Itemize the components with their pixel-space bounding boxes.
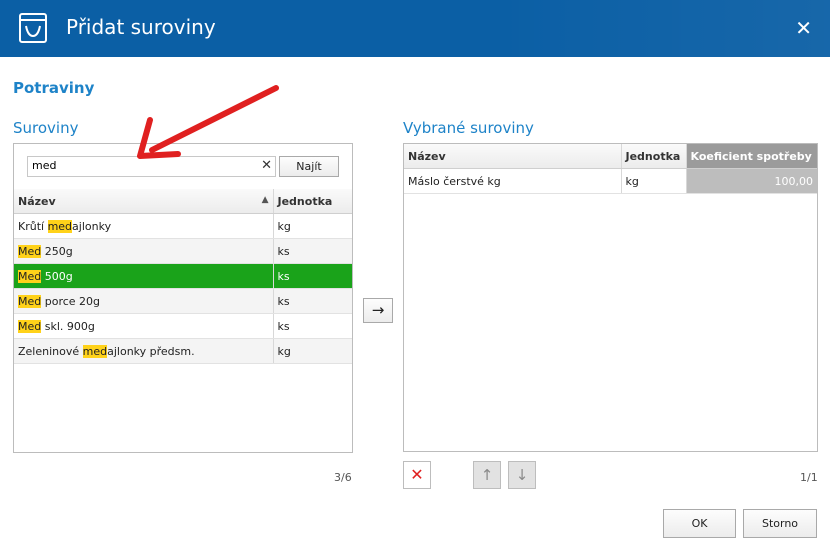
app-icon [19, 13, 47, 43]
row-name: Med 250g [14, 238, 274, 264]
table-row[interactable]: Med skl. 900g ks [14, 313, 352, 339]
move-right-button[interactable]: → [363, 298, 393, 323]
suroviny-table: Název ▲ Jednotka Krůtí medajlonky kg Med … [14, 189, 352, 364]
row-name: Máslo čerstvé kg [404, 168, 622, 194]
row-name: Med 500g [14, 263, 274, 289]
delete-button[interactable]: ✕ [403, 461, 431, 489]
cancel-button[interactable]: Storno [743, 509, 817, 538]
delete-icon: ✕ [410, 465, 424, 484]
table-row[interactable]: Med porce 20g ks [14, 288, 352, 314]
table-row[interactable]: Krůtí medajlonky kg [14, 213, 352, 239]
column-header-jednotka[interactable]: Jednotka [621, 144, 687, 169]
table-row[interactable]: Zeleninové medajlonky předsm. kg [14, 338, 352, 364]
ok-button[interactable]: OK [663, 509, 736, 538]
move-up-button[interactable]: ↑ [473, 461, 501, 489]
table-row-selected[interactable]: Med 500g ks [14, 263, 352, 289]
suroviny-title: Suroviny [13, 119, 79, 137]
arrow-right-icon: → [371, 301, 385, 319]
row-name: Krůtí medajlonky [14, 213, 274, 239]
row-unit: kg [273, 213, 352, 239]
column-header-nazev[interactable]: Název ▲ [14, 189, 274, 214]
vybrane-panel: Název Jednotka Koeficient spotřeby Máslo… [403, 143, 818, 452]
vybrane-count: 1/1 [800, 471, 818, 484]
table-row[interactable]: Máslo čerstvé kg kg 100,00 [404, 168, 817, 194]
arrow-down-icon: ↓ [515, 466, 529, 484]
vybrane-table: Název Jednotka Koeficient spotřeby Máslo… [404, 144, 817, 194]
column-header-jednotka[interactable]: Jednotka [273, 189, 352, 214]
row-unit: ks [273, 263, 352, 289]
section-title: Potraviny [13, 79, 95, 97]
vybrane-title: Vybrané suroviny [403, 119, 534, 137]
column-header-koeficient[interactable]: Koeficient spotřeby [686, 144, 817, 169]
arrow-up-icon: ↑ [480, 466, 494, 484]
annotation-arrow-icon [137, 85, 279, 159]
row-coefficient[interactable]: 100,00 [686, 168, 817, 194]
sort-asc-icon: ▲ [261, 194, 269, 205]
suroviny-count: 3/6 [334, 471, 352, 484]
window-title: Přidat suroviny [66, 15, 216, 39]
row-name: Zeleninové medajlonky předsm. [14, 338, 274, 364]
suroviny-panel: ✕ Najít Název▲ Jednotka Krůtí medajlonky… [13, 143, 353, 453]
row-unit: kg [273, 338, 352, 364]
close-icon[interactable]: ✕ [795, 16, 812, 40]
row-unit: ks [273, 313, 352, 339]
row-name: Med skl. 900g [14, 313, 274, 339]
row-name: Med porce 20g [14, 288, 274, 314]
row-unit: kg [621, 168, 687, 194]
row-unit: ks [273, 288, 352, 314]
row-unit: ks [273, 238, 352, 264]
title-bar: Přidat suroviny ✕ [0, 0, 830, 57]
column-header-nazev[interactable]: Název [404, 144, 622, 169]
move-down-button[interactable]: ↓ [508, 461, 536, 489]
table-row[interactable]: Med 250g ks [14, 238, 352, 264]
